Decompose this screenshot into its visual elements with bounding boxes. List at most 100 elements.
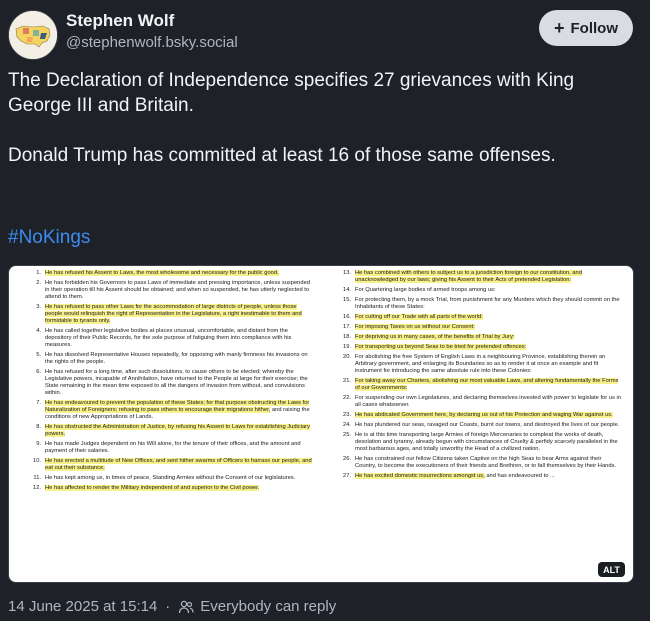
grievance-item: 9. He has made Judges dependent on his Wi… [29, 441, 315, 455]
plain-text: He has plundered our seas, ravaged our C… [355, 422, 620, 428]
grievance-number: 12. [33, 485, 41, 491]
grievance-number: 14. [343, 287, 351, 293]
plain-text: For abolishing the free System of Englis… [355, 354, 606, 374]
grievance-text: For protecting them, by a mock Trial, fr… [355, 297, 621, 311]
reply-setting[interactable]: Everybody can reply [200, 598, 336, 615]
alt-text-badge[interactable]: ALT [598, 562, 625, 577]
highlighted-text: He has affected to render the Military i… [45, 485, 260, 491]
grievance-number: 21. [343, 378, 351, 384]
grievance-number: 11. [33, 475, 41, 481]
grievance-item: 6. He has refused for a long time, after … [29, 369, 315, 397]
grievance-text: He has excited domestic insurrections am… [355, 473, 621, 480]
grievance-item: 2. He has forbidden his Governors to pass… [29, 280, 315, 301]
grievance-text: He has endeavoured to prevent the popula… [45, 400, 315, 421]
follow-button-label: Follow [570, 19, 619, 37]
grievance-item: 27. He has excited domestic insurrections… [339, 473, 621, 480]
highlighted-text: For imposing Taxes on us without our Con… [355, 324, 475, 330]
grievance-item: 22. For suspending our own Legislatures, … [339, 395, 621, 409]
highlighted-text: For depriving us in many cases, of the b… [355, 334, 515, 340]
grievance-item: 25. He is at this time transporting large… [339, 432, 621, 453]
grievance-item: 21. For taking away our Charters, abolish… [339, 378, 621, 392]
grievance-item: 7. He has endeavoured to prevent the popu… [29, 400, 315, 421]
author-avatar[interactable] [8, 10, 58, 60]
highlighted-text: He has erected a multitude of New Office… [45, 458, 312, 471]
grievance-number: 8. [36, 424, 41, 430]
hashtag-link[interactable]: #NoKings [8, 227, 90, 249]
post-timestamp[interactable]: 14 June 2025 at 15:14 [8, 598, 157, 615]
us-map-avatar-image [9, 11, 57, 59]
author-name[interactable]: Stephen Wolf [66, 11, 174, 31]
grievance-item: 13. He has combined with others to subjec… [339, 270, 621, 284]
grievance-number: 27. [343, 473, 351, 479]
plus-icon: + [553, 17, 565, 38]
plain-text: He has forbidden his Governors to pass L… [45, 280, 310, 300]
grievance-text: He has abdicated Government here, by dec… [355, 412, 621, 419]
plain-text: He has kept among us, in times of peace,… [45, 475, 296, 481]
plain-text: For suspending our own Legislatures, and… [355, 395, 621, 408]
author-handle[interactable]: @stephenwolf.bsky.social [66, 34, 238, 51]
plain-text: For Quartering large bodies of armed tro… [355, 287, 496, 293]
grievance-item: 10. He has erected a multitude of New Off… [29, 458, 315, 472]
grievance-number: 10. [33, 458, 41, 464]
grievance-text: He has called together legislative bodie… [45, 328, 315, 349]
highlighted-text: He has abdicated Government here, by dec… [355, 412, 613, 418]
grievance-number: 17. [343, 324, 351, 330]
grievance-number: 2. [36, 280, 41, 286]
grievance-text: For taking away our Charters, abolishing… [355, 378, 621, 392]
grievance-item: 14. For Quartering large bodies of armed … [339, 287, 621, 294]
post-image[interactable]: 1. He has refused his Assent to Laws, the… [8, 265, 634, 583]
grievance-number: 22. [343, 395, 351, 401]
grievance-number: 18. [343, 334, 351, 340]
grievance-number: 13. [343, 270, 351, 276]
highlighted-text: For cutting off our Trade with all parts… [355, 314, 483, 320]
grievance-text: He has combined with others to subject u… [355, 270, 621, 284]
grievance-number: 6. [36, 369, 41, 375]
highlighted-text: For taking away our Charters, abolishing… [355, 378, 619, 391]
grievance-text: He has made Judges dependent on his Will… [45, 441, 315, 455]
plain-text: For protecting them, by a mock Trial, fr… [355, 297, 620, 310]
grievance-text: He has affected to render the Military i… [45, 485, 315, 492]
grievance-item: 17. For imposing Taxes on us without our … [339, 324, 621, 331]
grievance-text: He has dissolved Representative Houses r… [45, 352, 315, 366]
highlighted-text: He has obstructed the Administration of … [45, 424, 310, 437]
grievance-item: 4. He has called together legislative bod… [29, 328, 315, 349]
highlighted-text: He has combined with others to subject u… [355, 270, 582, 283]
grievance-number: 15. [343, 297, 351, 303]
grievance-number: 5. [36, 352, 41, 358]
grievance-item: 8. He has obstructed the Administration o… [29, 424, 315, 438]
plain-text: He is at this time transporting large Ar… [355, 432, 618, 452]
grievance-number: 19. [343, 344, 351, 350]
grievance-text: For abolishing the free System of Englis… [355, 354, 621, 375]
grievance-text: For depriving us in many cases, of the b… [355, 334, 621, 341]
grievance-text: He has forbidden his Governors to pass L… [45, 280, 315, 301]
grievance-number: 25. [343, 432, 351, 438]
grievance-text: He has refused for a long time, after su… [45, 369, 315, 397]
grievance-number: 26. [343, 456, 351, 462]
grievance-number: 7. [36, 400, 41, 406]
grievance-item: 3. He has refused to pass other Laws for … [29, 304, 315, 325]
follow-button[interactable]: + Follow [539, 10, 633, 46]
grievance-text: He has plundered our seas, ravaged our C… [355, 422, 621, 429]
plain-text: He has constrained our fellow Citizens t… [355, 456, 617, 469]
grievance-text: For cutting off our Trade with all parts… [355, 314, 621, 321]
grievance-number: 24. [343, 422, 351, 428]
grievance-item: 24. He has plundered our seas, ravaged ou… [339, 422, 621, 429]
footer-separator: · [165, 598, 171, 615]
grievance-item: 1. He has refused his Assent to Laws, the… [29, 270, 315, 277]
grievance-text: He has obstructed the Administration of … [45, 424, 315, 438]
grievance-number: 23. [343, 412, 351, 418]
grievance-number: 4. [36, 328, 41, 334]
grievance-text: He has refused to pass other Laws for th… [45, 304, 315, 325]
grievance-number: 16. [343, 314, 351, 320]
grievance-text: For suspending our own Legislatures, and… [355, 395, 621, 409]
people-icon [178, 600, 194, 614]
grievance-number: 20. [343, 354, 351, 360]
grievance-item: 11. He has kept among us, in times of pea… [29, 475, 315, 482]
grievance-text: He has refused his Assent to Laws, the m… [45, 270, 315, 277]
plain-text: He has made Judges dependent on his Will… [45, 441, 301, 454]
highlighted-text: He has refused to pass other Laws for th… [45, 304, 302, 324]
grievance-number: 3. [36, 304, 41, 310]
grievance-list-left: 1. He has refused his Assent to Laws, the… [29, 270, 315, 495]
grievance-item: 16. For cutting off our Trade with all pa… [339, 314, 621, 321]
grievance-text: He has constrained our fellow Citizens t… [355, 456, 621, 470]
